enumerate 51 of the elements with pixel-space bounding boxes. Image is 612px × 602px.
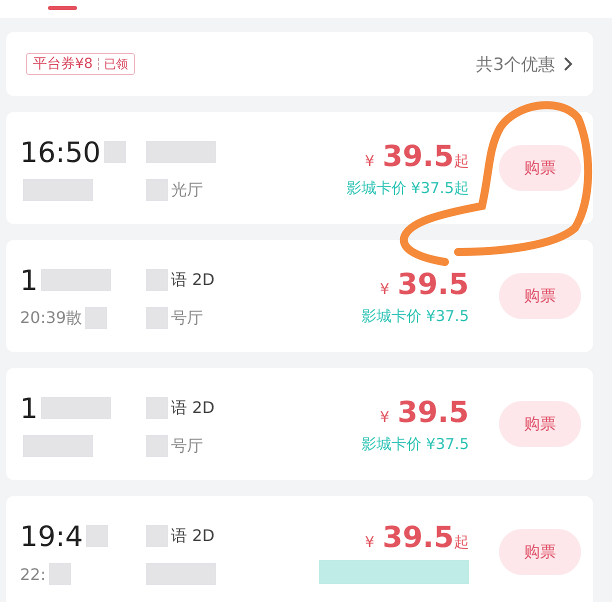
price: 39.5 (397, 266, 469, 300)
blurred-block (146, 307, 168, 329)
hall-name: 号厅 (171, 436, 203, 456)
blurred-block (146, 397, 168, 419)
card-price: 影城卡价 ¥37.5起 (346, 178, 469, 198)
blurred-block (104, 141, 126, 163)
blurred-block (146, 269, 168, 291)
card-price: 影城卡价 ¥37.5 (361, 306, 469, 326)
start-time: 19:4 (20, 520, 83, 552)
buy-button[interactable]: 购票 (499, 529, 581, 575)
start-time: 16:50 (20, 136, 101, 168)
currency-sign: ¥ (380, 408, 390, 426)
start-time: 1 (20, 392, 38, 424)
movie-format: 语 2D (171, 526, 215, 546)
blurred-block (146, 435, 168, 457)
price: 39.5 (397, 394, 469, 428)
start-time: 1 (20, 264, 38, 296)
blurred-block (146, 525, 168, 547)
price-suffix: 起 (454, 152, 469, 170)
chevron-right-icon (563, 56, 573, 72)
blurred-block (146, 141, 216, 163)
price: 39.5 (382, 138, 454, 172)
currency-sign: ¥ (364, 152, 374, 170)
coupon-tag[interactable]: 平台券¥8 已领 (26, 53, 135, 75)
buy-button[interactable]: 购票 (499, 401, 581, 447)
buy-button[interactable]: 购票 (499, 145, 581, 191)
blurred-block (146, 563, 216, 585)
end-time: 20:39散 (20, 308, 82, 328)
buy-button[interactable]: 购票 (499, 273, 581, 319)
blurred-block (85, 307, 108, 329)
blurred-block (23, 179, 93, 201)
blurred-block (48, 563, 71, 585)
offers-link[interactable]: 共3个优惠 (476, 52, 555, 76)
coupon-label: 平台券¥8 (33, 55, 93, 73)
blurred-block (40, 269, 111, 291)
price: 39.5 (382, 520, 454, 554)
coupon-status: 已领 (104, 56, 128, 72)
price-suffix: 起 (454, 533, 469, 552)
blurred-block (86, 525, 108, 547)
hall-name: 光厅 (171, 180, 203, 200)
end-time: 22: (20, 564, 46, 584)
currency-sign: ¥ (364, 533, 374, 551)
tab-indicator (48, 6, 77, 10)
blurred-block (146, 179, 168, 201)
blurred-block (40, 397, 111, 419)
currency-sign: ¥ (380, 280, 390, 298)
movie-format: 语 2D (171, 398, 215, 418)
movie-format: 语 2D (171, 270, 215, 290)
hall-name: 号厅 (171, 308, 203, 328)
blurred-block (23, 435, 93, 457)
card-price: 影城卡价 ¥37.5 (361, 434, 469, 454)
